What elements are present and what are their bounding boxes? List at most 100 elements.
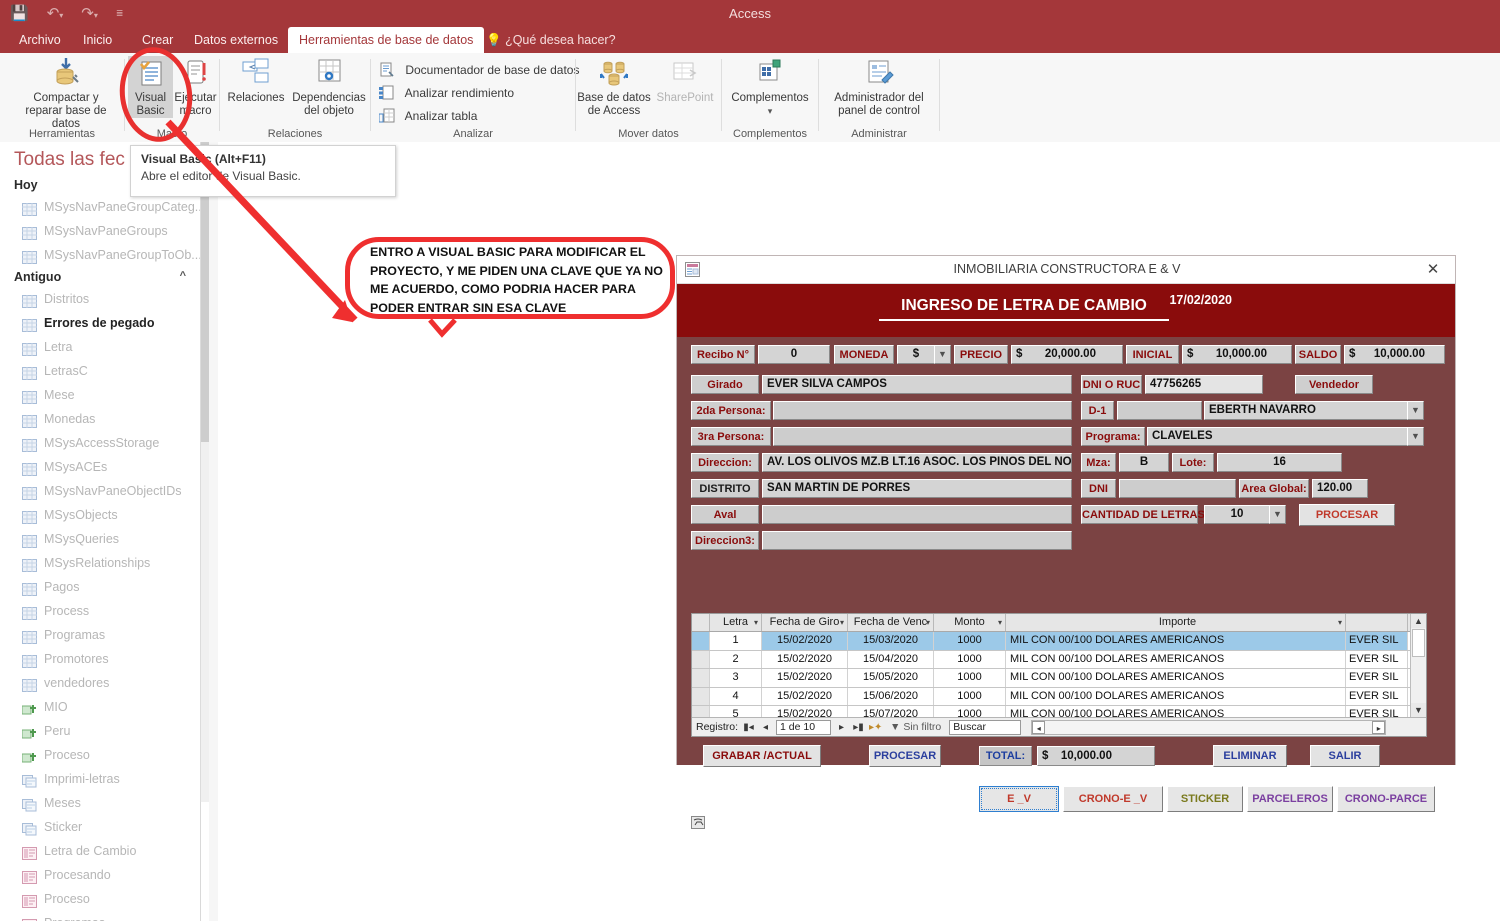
access-database-button[interactable]: Base de datos de Access — [576, 56, 652, 118]
cell-fecha-venc[interactable]: 15/03/2020 — [848, 632, 934, 650]
cell-fecha-giro[interactable]: 15/02/2020 — [762, 650, 848, 669]
nav-item-letrasc[interactable]: LetrasC — [0, 359, 200, 383]
girado-field[interactable]: EVER SILVA CAMPOS — [762, 375, 1072, 394]
cell-monto[interactable]: 1000 — [934, 687, 1006, 706]
nav-item-msysnavpanegroups[interactable]: MSysNavPaneGroups — [0, 219, 200, 243]
nav-item-mio[interactable]: MIO — [0, 695, 200, 719]
saldo-field[interactable]: $ 10,000.00 — [1344, 345, 1445, 364]
cell-vendedor[interactable]: EVER SIL — [1346, 669, 1408, 687]
column-header-vendedor[interactable] — [1346, 614, 1408, 631]
nav-item-msysaccessstorage[interactable]: MSysAccessStorage — [0, 431, 200, 455]
d1-field[interactable] — [1117, 401, 1202, 420]
nav-item-meses[interactable]: Meses — [0, 791, 200, 815]
cell-importe[interactable]: MIL CON 00/100 DOLARES AMERICANOS — [1006, 632, 1346, 650]
record-position-field[interactable]: 1 de 10 — [776, 719, 832, 735]
nav-item-msysrelationships[interactable]: MSysRelationships — [0, 551, 200, 575]
nav-item-letra[interactable]: Letra — [0, 335, 200, 359]
procesar-button[interactable]: PROCESAR — [869, 745, 941, 767]
eliminar-button[interactable]: ELIMINAR — [1213, 745, 1287, 767]
datasheet-horizontal-scrollbar[interactable]: ◂ ▸ — [1031, 719, 1387, 735]
previous-record-icon[interactable]: ◂ — [759, 722, 772, 733]
cell-fecha-venc[interactable]: 15/05/2020 — [848, 669, 934, 687]
column-header-importe[interactable]: Importe ▾ — [1006, 614, 1346, 631]
scroll-down-icon[interactable]: ▼ — [1411, 703, 1426, 717]
sharepoint-button[interactable]: SharePoint — [652, 56, 718, 105]
nav-item-promotores[interactable]: Promotores — [0, 647, 200, 671]
nav-group-antiguo[interactable]: Antiguo ^ — [0, 267, 200, 287]
table-row[interactable]: 2 15/02/2020 15/04/2020 1000 MIL CON 00/100 … — [692, 650, 1426, 670]
nav-item-letra-de-cambio[interactable]: Letra de Cambio — [0, 839, 200, 863]
vendedor-button[interactable]: Vendedor — [1295, 375, 1373, 394]
compact-repair-button[interactable]: Compactar y reparar base de datos — [20, 56, 112, 131]
cell-monto[interactable]: 1000 — [934, 669, 1006, 687]
nav-item-msysnavpanegrouptoobjects[interactable]: MSysNavPaneGroupToOb... — [0, 243, 200, 267]
grabar-actual-button[interactable]: GRABAR /ACTUAL — [703, 745, 821, 767]
nav-item-process[interactable]: Process — [0, 599, 200, 623]
nav-item-vendedores[interactable]: vendedores — [0, 671, 200, 695]
nav-item-sticker[interactable]: Sticker — [0, 815, 200, 839]
vendedor-combo[interactable]: EBERTH NAVARRO ▼ — [1204, 401, 1424, 420]
tab-archivo[interactable]: Archivo — [8, 27, 72, 53]
cantidad-letras-combo[interactable]: 10 ▼ — [1204, 505, 1286, 524]
recibo-field[interactable]: 0 — [758, 345, 830, 364]
first-record-icon[interactable]: ▮◂ — [742, 722, 755, 733]
column-header-fecha-giro[interactable]: Fecha de Giro ▾ — [762, 614, 848, 631]
nav-item-msysaces[interactable]: MSysACEs — [0, 455, 200, 479]
chevron-down-icon[interactable]: ▼ — [1407, 401, 1424, 420]
tab-button-ev[interactable]: E _V — [979, 786, 1059, 812]
analyze-performance-button[interactable]: Analizar rendimiento — [379, 82, 514, 104]
nav-item-distritos[interactable]: Distritos — [0, 287, 200, 311]
datasheet-select-all[interactable] — [692, 614, 710, 631]
tab-herramientas-base-datos[interactable]: Herramientas de base de datos — [288, 27, 485, 53]
cell-letra[interactable]: 3 — [710, 669, 762, 687]
filter-status[interactable]: ▼ Sin filtro — [890, 721, 941, 733]
nav-item-msysnavpanegroupcategories[interactable]: MSysNavPaneGroupCateg... — [0, 195, 200, 219]
nav-item-pagos[interactable]: Pagos — [0, 575, 200, 599]
tab-button-crono-parce[interactable]: CRONO-PARCE — [1337, 786, 1435, 812]
tab-inicio[interactable]: Inicio — [72, 27, 123, 53]
nav-item-msysobjects[interactable]: MSysObjects — [0, 503, 200, 527]
row-selector[interactable] — [692, 632, 710, 650]
cell-fecha-giro[interactable]: 15/02/2020 — [762, 687, 848, 706]
chevron-up-icon[interactable]: ^ — [180, 270, 186, 282]
nav-item-procesando[interactable]: Procesando — [0, 863, 200, 887]
nav-item-msysnavpaneobjectids[interactable]: MSysNavPaneObjectIDs — [0, 479, 200, 503]
nav-item-errores-de-pegado[interactable]: Errores de pegado — [0, 311, 200, 335]
programa-combo[interactable]: CLAVELES ▼ — [1147, 427, 1424, 446]
new-record-icon[interactable]: ▸✦ — [869, 722, 882, 733]
table-row[interactable]: 1 15/02/2020 15/03/2020 1000 MIL CON 00/100 … — [692, 632, 1426, 651]
cell-letra[interactable]: 1 — [710, 632, 762, 650]
nav-item-programas[interactable]: Programas — [0, 623, 200, 647]
row-selector[interactable] — [692, 669, 710, 687]
close-icon[interactable]: ✕ — [1419, 256, 1447, 283]
cell-importe[interactable]: MIL CON 00/100 DOLARES AMERICANOS — [1006, 669, 1346, 687]
area-global-field[interactable]: 120.00 — [1312, 479, 1368, 498]
cell-fecha-venc[interactable]: 15/04/2020 — [848, 650, 934, 669]
add-ins-button[interactable]: Complementos ▾ — [726, 56, 814, 118]
cell-importe[interactable]: MIL CON 00/100 DOLARES AMERICANOS — [1006, 687, 1346, 706]
mza-field[interactable]: B — [1119, 453, 1169, 472]
persona2-field[interactable] — [773, 401, 1072, 420]
chevron-down-icon[interactable]: ▾ — [726, 105, 814, 118]
datasheet-search-input[interactable]: Buscar — [949, 719, 1022, 735]
column-header-fecha-venc[interactable]: Fecha de Venc ▾ — [848, 614, 934, 631]
relationships-button[interactable]: Relaciones — [222, 56, 290, 105]
direccion-field[interactable]: AV. LOS OLIVOS MZ.B LT.16 ASOC. LOS PINO… — [762, 453, 1072, 472]
aval-field[interactable] — [762, 505, 1072, 524]
cell-fecha-giro[interactable]: 15/02/2020 — [762, 669, 848, 687]
object-dependencies-button[interactable]: Dependencias del objeto — [288, 56, 370, 118]
database-documenter-button[interactable]: Documentador de base de datos — [379, 59, 579, 81]
cell-fecha-venc[interactable]: 15/06/2020 — [848, 687, 934, 706]
dni-ruc-field[interactable]: 47756265 — [1145, 375, 1263, 394]
tab-button-parceleros[interactable]: PARCELEROS — [1247, 786, 1333, 812]
cell-letra[interactable]: 2 — [710, 650, 762, 669]
chevron-down-icon[interactable]: ▼ — [1407, 427, 1424, 446]
switchboard-manager-button[interactable]: Administrador del panel de control — [825, 56, 933, 118]
cell-importe[interactable]: MIL CON 00/100 DOLARES AMERICANOS — [1006, 650, 1346, 669]
cell-vendedor[interactable]: EVER SIL — [1346, 632, 1408, 650]
nav-item-proceso[interactable]: Proceso — [0, 887, 200, 911]
datasheet-vertical-scrollbar[interactable]: ▲ ▼ — [1410, 614, 1426, 717]
inicial-field[interactable]: $ 10,000.00 — [1182, 345, 1292, 364]
cell-vendedor[interactable]: EVER SIL — [1346, 687, 1408, 706]
column-header-monto[interactable]: Monto ▾ — [934, 614, 1006, 631]
